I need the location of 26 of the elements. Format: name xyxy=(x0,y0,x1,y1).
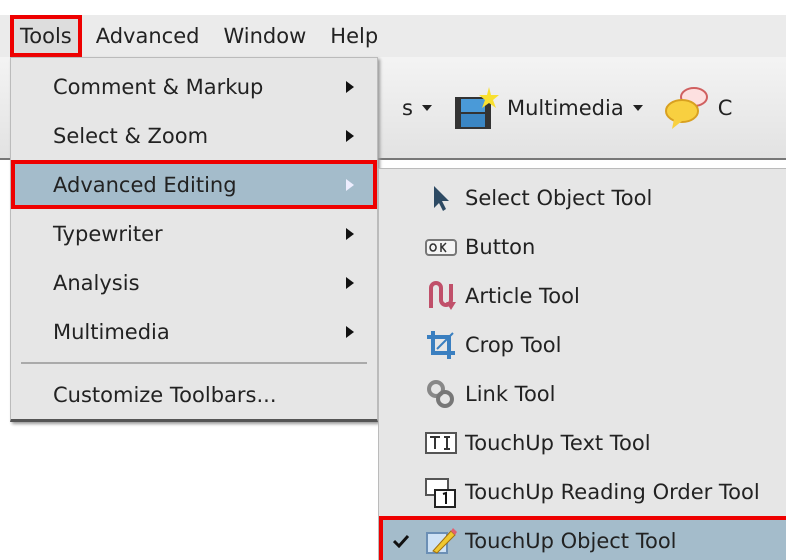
menu-item[interactable]: Button xyxy=(379,222,786,271)
menu-item[interactable]: Select & Zoom xyxy=(11,111,377,160)
menu-item[interactable]: TouchUp Text Tool xyxy=(379,418,786,467)
menu-title[interactable]: Tools xyxy=(10,15,82,57)
menu-item[interactable]: Analysis xyxy=(11,258,377,307)
chain-link-icon xyxy=(425,378,457,410)
menu-item[interactable]: Select Object Tool xyxy=(379,173,786,222)
crop-icon xyxy=(425,328,457,360)
menu-item[interactable]: Multimedia xyxy=(11,307,377,356)
menu-item[interactable]: Link Tool xyxy=(379,369,786,418)
menu-item[interactable]: TouchUp Reading Order Tool xyxy=(379,467,786,516)
toolbar-button[interactable]: C xyxy=(660,80,736,134)
menu-item[interactable]: Crop Tool xyxy=(379,320,786,369)
reading-order-icon xyxy=(425,476,457,508)
menu-title[interactable]: Help xyxy=(320,15,388,57)
toolbar-dropdown[interactable]: s xyxy=(398,92,437,124)
speech-bubble-icon xyxy=(664,84,710,130)
menu-item[interactable]: Advanced Editing xyxy=(11,160,377,209)
menu-title[interactable]: Window xyxy=(213,15,316,57)
toolbar-button[interactable]: Multimedia xyxy=(448,80,648,134)
menu-item[interactable]: Typewriter xyxy=(11,209,377,258)
menu-item[interactable]: Comment & Markup xyxy=(11,62,377,111)
menu-item[interactable]: Article Tool xyxy=(379,271,786,320)
menu-item[interactable]: Customize Toolbars... xyxy=(11,370,377,419)
menu-item[interactable]: TouchUp Object Tool xyxy=(379,516,786,560)
menu-title[interactable]: Advanced xyxy=(86,15,210,57)
